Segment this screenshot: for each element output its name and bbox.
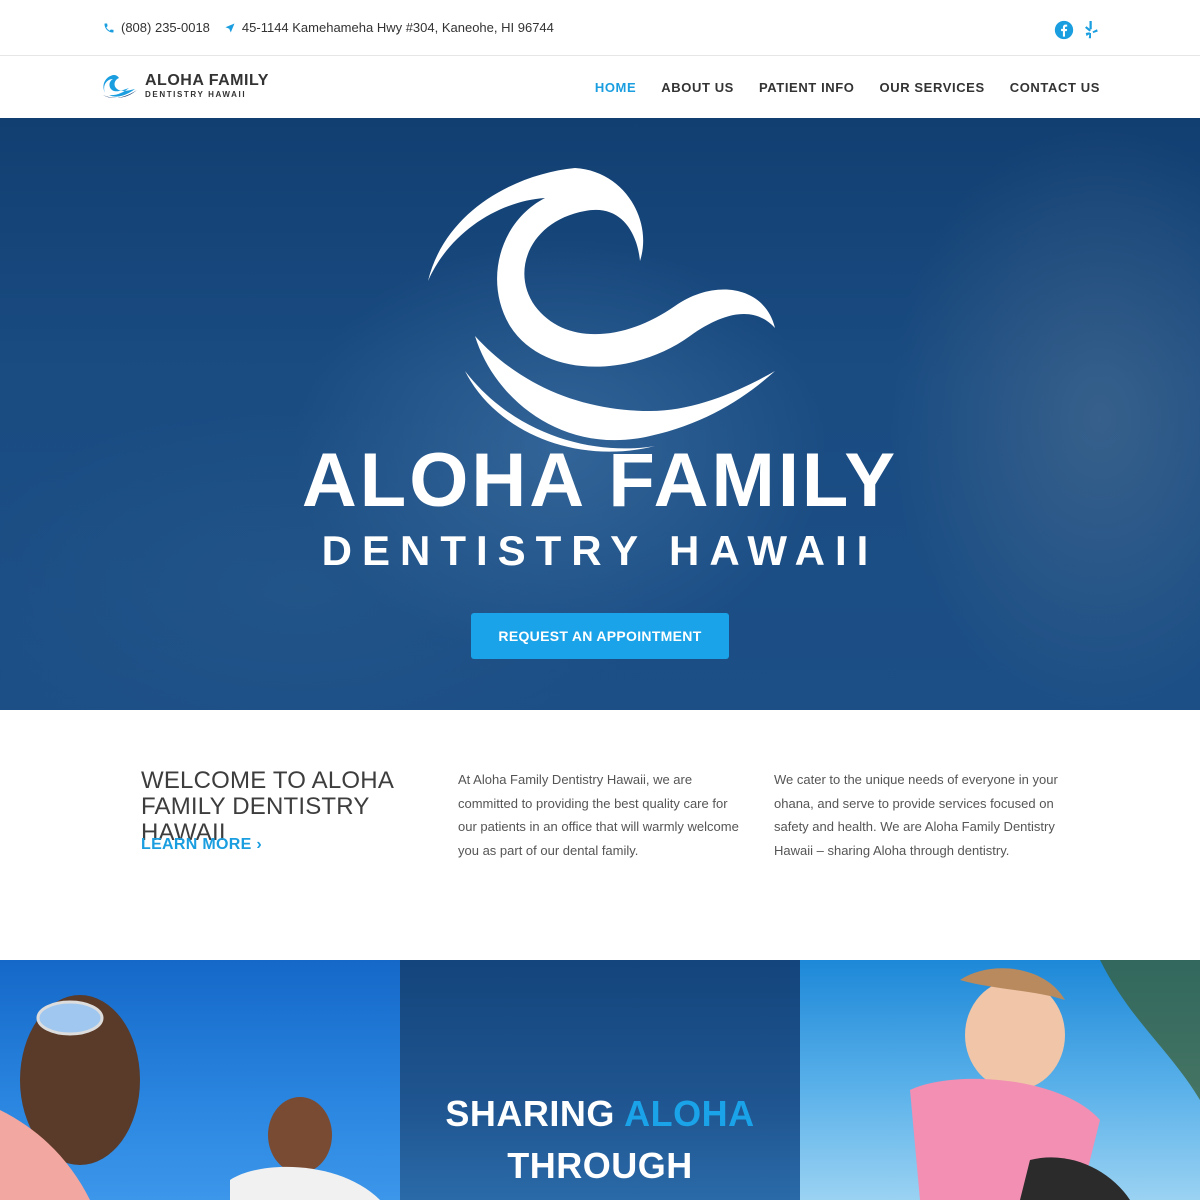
tagline-word-aloha: ALOHA: [624, 1093, 755, 1134]
phone-icon: [104, 23, 114, 32]
yelp-icon[interactable]: [1082, 19, 1100, 46]
photo-baby: [910, 960, 1200, 1200]
tagline-panel: SHARING ALOHA THROUGH DENTISTRY: [400, 960, 800, 1200]
family-photo-right: [800, 960, 1200, 1200]
learn-more-label: LEARN MORE: [141, 836, 252, 853]
welcome-title: WELCOME TO ALOHA FAMILY DENTISTRY HAWAII: [141, 767, 393, 846]
nav-our-services[interactable]: OUR SERVICES: [880, 80, 985, 95]
main-header: ALOHA FAMILY DENTISTRY HAWAII HOME ABOUT…: [0, 57, 1200, 118]
nav-about-us[interactable]: ABOUT US: [661, 80, 734, 95]
photo-man-child: [0, 995, 380, 1200]
hero-subtitle: DENTISTRY HAWAII: [321, 527, 879, 574]
wave-logo-large-icon: [428, 168, 775, 452]
nav-home[interactable]: HOME: [595, 80, 636, 95]
location-arrow-icon: [225, 23, 235, 32]
phone-number: (808) 235-0018: [121, 20, 210, 35]
address-text: 45-1144 Kamehameha Hwy #304, Kaneohe, HI…: [241, 20, 554, 35]
tagline-word-dentistry: DENTISTRY: [400, 1192, 800, 1200]
welcome-section: WELCOME TO ALOHA FAMILY DENTISTRY HAWAII…: [0, 710, 1200, 960]
address-link[interactable]: 45-1144 Kamehameha Hwy #304, Kaneohe, HI…: [224, 20, 554, 35]
learn-more-link[interactable]: LEARN MORE ›: [141, 836, 262, 854]
top-bar: (808) 235-0018 45-1144 Kamehameha Hwy #3…: [0, 0, 1200, 56]
family-photo-left: [0, 960, 400, 1200]
chevron-right-icon: ›: [256, 836, 262, 853]
welcome-text-1: At Aloha Family Dentistry Hawaii, we are…: [458, 772, 739, 858]
logo-subtitle: DENTISTRY HAWAII: [145, 90, 247, 99]
hero-banner: ALOHA FAMILY DENTISTRY HAWAII REQUEST AN…: [0, 118, 1200, 710]
nav-contact-us[interactable]: CONTACT US: [1010, 80, 1100, 95]
facebook-icon[interactable]: [1054, 20, 1074, 45]
tagline-text: SHARING ALOHA THROUGH DENTISTRY: [400, 1088, 800, 1200]
tagline-word-through: THROUGH: [507, 1145, 693, 1186]
contact-info: (808) 235-0018 45-1144 Kamehameha Hwy #3…: [103, 20, 568, 35]
social-links: [1046, 19, 1100, 46]
wave-logo-icon: [103, 75, 137, 98]
site-logo[interactable]: ALOHA FAMILY DENTISTRY HAWAII: [99, 71, 269, 101]
logo-title: ALOHA FAMILY: [145, 72, 269, 89]
request-appointment-button[interactable]: REQUEST AN APPOINTMENT: [471, 613, 729, 659]
main-nav: HOME ABOUT US PATIENT INFO OUR SERVICES …: [570, 80, 1100, 95]
hero-title: ALOHA FAMILY: [301, 438, 899, 523]
nav-patient-info[interactable]: PATIENT INFO: [759, 80, 855, 95]
phone-link[interactable]: (808) 235-0018: [103, 20, 210, 35]
tagline-word-sharing: SHARING: [445, 1093, 615, 1134]
welcome-text-2: We cater to the unique needs of everyone…: [774, 772, 1058, 858]
